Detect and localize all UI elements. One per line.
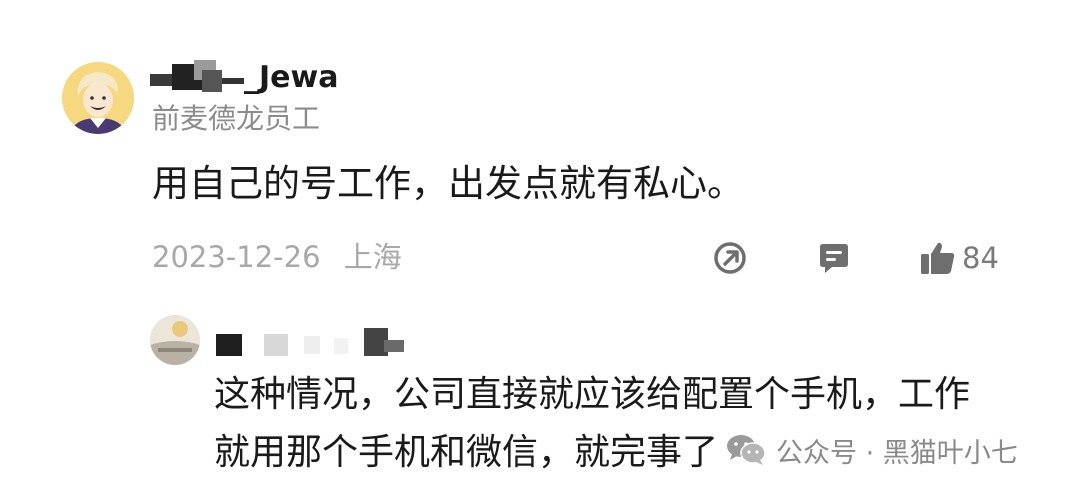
wechat-icon bbox=[727, 435, 766, 465]
reply-button[interactable] bbox=[816, 240, 852, 276]
avatar[interactable] bbox=[62, 62, 134, 134]
username-text: _Jewa bbox=[244, 60, 338, 94]
share-button[interactable] bbox=[712, 240, 748, 276]
blurred-reply-username bbox=[216, 328, 404, 356]
reply-line: 这种情况，公司直接就应该给配置个手机，工作 bbox=[214, 374, 971, 415]
comment-location: 上海 bbox=[343, 240, 402, 274]
thumbs-up-icon bbox=[921, 242, 955, 274]
comment-meta: 2023-12-26 上海 bbox=[152, 236, 402, 278]
comment-text: 用自己的号工作，出发点就有私心。 bbox=[152, 162, 744, 205]
share-icon bbox=[714, 242, 746, 274]
like-button[interactable]: 84 bbox=[918, 240, 999, 276]
like-count: 84 bbox=[962, 241, 999, 275]
blurred-username: _Jewa bbox=[150, 60, 338, 95]
user-title: 前麦德龙员工 bbox=[152, 102, 321, 135]
watermark: 公众号 · 黑猫叶小七 bbox=[726, 428, 1018, 472]
reply-icon bbox=[820, 244, 848, 273]
username[interactable]: _Jewa bbox=[150, 60, 360, 95]
comment-thread: _Jewa 前麦德龙员工 用自己的号工作，出发点就有私心。 2023-12-26… bbox=[0, 0, 1080, 492]
watermark-text: 公众号 · 黑猫叶小七 bbox=[776, 437, 1018, 469]
reply-avatar[interactable] bbox=[150, 315, 200, 365]
reply-avatar-illustration bbox=[150, 315, 200, 365]
avatar-illustration bbox=[62, 62, 134, 134]
comment-date: 2023-12-26 bbox=[152, 240, 321, 274]
reply-username[interactable] bbox=[214, 322, 410, 360]
